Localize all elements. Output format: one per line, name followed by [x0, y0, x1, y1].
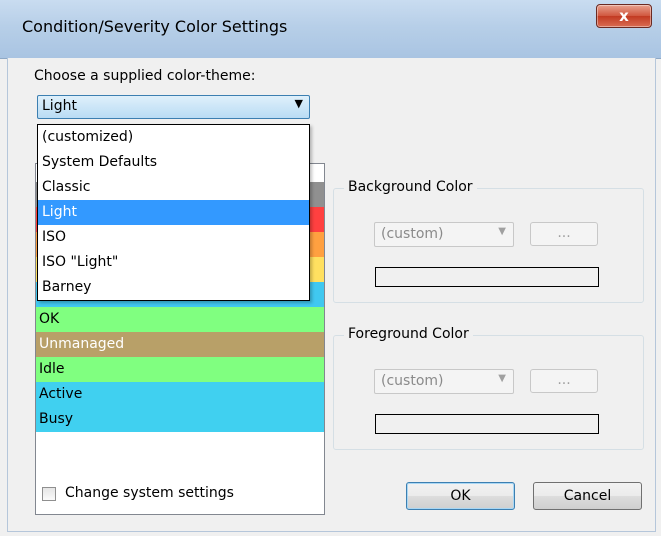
- dropdown-option-selected[interactable]: Light: [38, 200, 309, 225]
- list-item-label: Active: [39, 386, 83, 402]
- list-item[interactable]: Busy: [36, 407, 324, 432]
- chevron-down-icon: ▼: [498, 226, 506, 237]
- change-system-settings-label[interactable]: Change system settings: [65, 485, 234, 501]
- list-item-label: Idle: [39, 361, 65, 377]
- foreground-color-swatch: [375, 414, 599, 434]
- dropdown-option[interactable]: (customized): [38, 125, 309, 150]
- close-icon: x: [619, 7, 629, 25]
- theme-select-value: Light: [42, 98, 77, 114]
- dropdown-option[interactable]: ISO "Light": [38, 250, 309, 275]
- list-item-label: Unmanaged: [39, 336, 125, 352]
- background-color-group: Background Color (custom) ▼ ...: [333, 179, 644, 303]
- ellipsis-icon: ...: [557, 225, 571, 241]
- theme-dropdown-list[interactable]: (customized) System Defaults Classic Lig…: [37, 124, 310, 301]
- chevron-down-icon: ▼: [294, 97, 303, 110]
- background-color-title: Background Color: [344, 179, 477, 195]
- list-item[interactable]: Unmanaged: [36, 332, 324, 357]
- dropdown-option[interactable]: System Defaults: [38, 150, 309, 175]
- list-item[interactable]: Idle: [36, 357, 324, 382]
- background-color-select[interactable]: (custom) ▼: [374, 222, 514, 247]
- list-item[interactable]: OK: [36, 307, 324, 332]
- theme-select[interactable]: Light ▼: [37, 95, 310, 119]
- cancel-button[interactable]: Cancel: [533, 482, 642, 510]
- background-color-select-value: (custom): [381, 226, 444, 242]
- window-title: Condition/Severity Color Settings: [22, 17, 288, 36]
- foreground-color-title: Foreground Color: [344, 326, 473, 342]
- change-system-settings-checkbox[interactable]: [42, 487, 56, 501]
- background-browse-button[interactable]: ...: [530, 222, 598, 246]
- dropdown-option[interactable]: Barney: [38, 275, 309, 300]
- list-item-label: OK: [39, 311, 60, 327]
- ellipsis-icon: ...: [557, 372, 571, 388]
- dropdown-option[interactable]: Classic: [38, 175, 309, 200]
- list-item-label: Busy: [39, 411, 74, 427]
- dropdown-option[interactable]: ISO: [38, 225, 309, 250]
- background-color-swatch: [375, 267, 599, 287]
- close-button[interactable]: x: [596, 4, 652, 28]
- foreground-browse-button[interactable]: ...: [530, 369, 598, 393]
- ok-button[interactable]: OK: [406, 482, 515, 510]
- list-item[interactable]: Active: [36, 382, 324, 407]
- foreground-color-select-value: (custom): [381, 373, 444, 389]
- foreground-color-group: Foreground Color (custom) ▼ ...: [333, 326, 644, 450]
- foreground-color-select[interactable]: (custom) ▼: [374, 369, 514, 394]
- dialog-body: Choose a supplied color-theme: Light ▼ O…: [7, 58, 656, 532]
- chevron-down-icon: ▼: [498, 373, 506, 384]
- theme-label: Choose a supplied color-theme:: [34, 68, 256, 84]
- title-bar: Condition/Severity Color Settings x: [0, 0, 661, 59]
